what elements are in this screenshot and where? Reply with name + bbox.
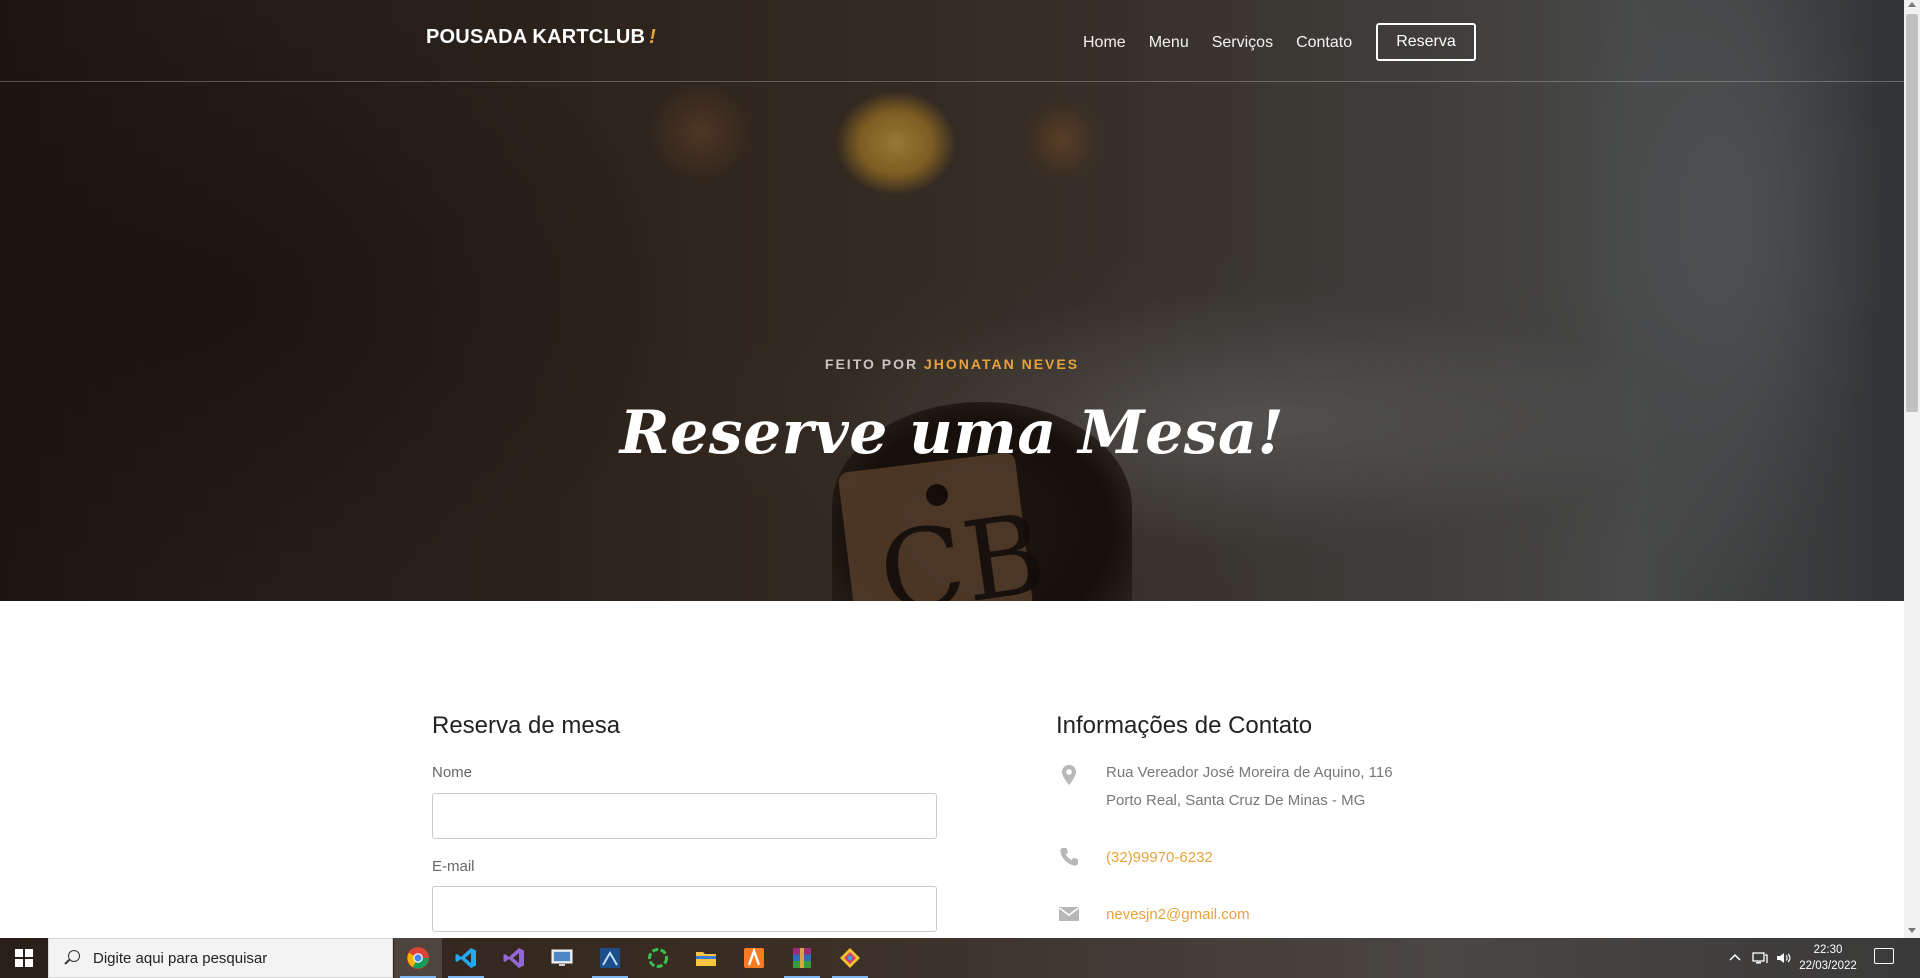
network-icon[interactable] <box>1752 951 1768 965</box>
taskbar-vscode[interactable] <box>442 938 490 978</box>
taskbar-remote-desktop[interactable] <box>538 938 586 978</box>
site-header: POUSADA KARTCLUB! Home Menu Serviços Con… <box>0 0 1904 82</box>
contact-title: Informações de Contato <box>1056 712 1313 739</box>
circular-sync-icon <box>648 948 668 968</box>
nav-menu[interactable]: Menu <box>1149 34 1189 52</box>
taskbar-xampp[interactable] <box>730 938 778 978</box>
sql-tool-icon <box>600 948 620 968</box>
winrar-icon <box>793 948 811 968</box>
git-diamond-icon <box>840 948 860 968</box>
hero-kicker-prefix: FEITO POR <box>824 356 919 372</box>
taskbar-search[interactable]: Digite aqui para pesquisar <box>48 938 393 978</box>
contact-email-link[interactable]: nevesjn2@gmail.com <box>1106 906 1250 923</box>
scroll-up-arrow-icon[interactable] <box>1908 2 1916 7</box>
name-label: Nome <box>432 764 473 781</box>
main-nav: Home Menu Serviços Contato <box>1083 34 1375 52</box>
map-pin-icon <box>1062 765 1076 785</box>
nav-servicos[interactable]: Serviços <box>1212 34 1273 52</box>
envelope-icon <box>1059 907 1079 921</box>
vscode-icon <box>455 948 476 968</box>
taskbar-visual-studio[interactable] <box>490 938 538 978</box>
clock-date: 22/03/2022 <box>1799 960 1857 972</box>
chrome-icon <box>407 947 429 969</box>
system-tray <box>1728 938 1792 978</box>
taskbar-winrar[interactable] <box>778 938 826 978</box>
taskbar-file-explorer[interactable] <box>682 938 730 978</box>
windows-logo-icon <box>15 949 33 967</box>
clock-time: 22:30 <box>1813 944 1843 956</box>
contact-address-line1: Rua Vereador José Moreira de Aquino, 116 <box>1106 764 1393 781</box>
visual-studio-icon <box>503 948 524 968</box>
hero-overlay <box>0 0 1904 601</box>
nav-contato[interactable]: Contato <box>1296 34 1352 52</box>
notification-center-icon[interactable] <box>1874 948 1894 964</box>
taskbar-chrome[interactable] <box>394 938 442 978</box>
search-icon <box>63 949 81 967</box>
scrollbar-thumb[interactable] <box>1906 14 1918 412</box>
hero-kicker-author: JHONATAN NEVES <box>924 356 1080 372</box>
hero-section: CB POUSADA KARTCLUB! Home Menu Serviços … <box>0 0 1904 601</box>
email-input[interactable] <box>432 886 937 932</box>
windows-taskbar: Digite aqui para pesquisar 22:30 22/03/2… <box>0 938 1920 978</box>
chevron-up-icon[interactable] <box>1728 951 1742 965</box>
taskbar-sql-management[interactable] <box>586 938 634 978</box>
taskbar-git-app[interactable] <box>826 938 874 978</box>
phone-icon <box>1060 848 1078 866</box>
brand-accent: ! <box>649 26 656 48</box>
hero-kicker: FEITO POR JHONATAN NEVES <box>0 356 1904 372</box>
name-input[interactable] <box>432 793 937 839</box>
browser-viewport: CB POUSADA KARTCLUB! Home Menu Serviços … <box>0 0 1920 978</box>
monitor-icon <box>551 949 573 966</box>
brand-name: POUSADA KARTCLUB <box>426 26 646 48</box>
nav-home[interactable]: Home <box>1083 34 1126 52</box>
contact-phone-link[interactable]: (32)99970-6232 <box>1106 849 1213 866</box>
reserva-button[interactable]: Reserva <box>1376 23 1476 61</box>
hero-title: Reserve uma Mesa! <box>619 398 1285 468</box>
xampp-icon <box>744 947 764 968</box>
folder-icon <box>696 952 716 966</box>
site-logo[interactable]: POUSADA KARTCLUB! <box>426 26 656 49</box>
taskbar-sync-app[interactable] <box>634 938 682 978</box>
contact-address-line2: Porto Real, Santa Cruz De Minas - MG <box>1106 792 1366 809</box>
taskbar-clock[interactable]: 22:30 22/03/2022 <box>1788 942 1868 974</box>
email-label: E-mail <box>432 858 475 875</box>
start-button[interactable] <box>0 938 48 978</box>
scroll-down-arrow-icon[interactable] <box>1908 928 1916 933</box>
taskbar-search-placeholder: Digite aqui para pesquisar <box>93 949 268 967</box>
reservation-title: Reserva de mesa <box>432 712 621 739</box>
